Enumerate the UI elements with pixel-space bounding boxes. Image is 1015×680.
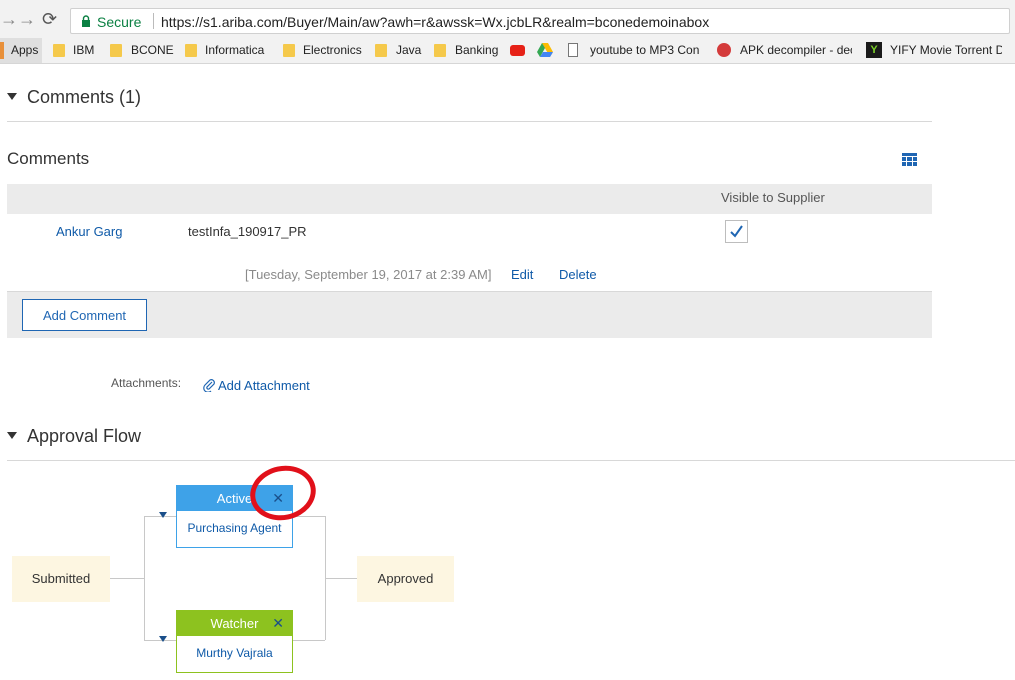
delete-comment-link[interactable]: Delete bbox=[559, 267, 597, 282]
bookmark-youtube-mp3[interactable]: youtube to MP3 Con bbox=[590, 43, 702, 57]
bookmark-ibm[interactable]: IBM bbox=[73, 43, 94, 57]
yify-icon: Y bbox=[866, 42, 882, 58]
bookmark-apps[interactable]: Apps bbox=[0, 38, 42, 63]
bookmark-bcone[interactable]: BCONE bbox=[131, 43, 174, 57]
bookmark-apps-label: Apps bbox=[11, 43, 39, 57]
folder-icon bbox=[375, 44, 387, 57]
comment-author-link[interactable]: Ankur Garg bbox=[56, 224, 122, 239]
divider bbox=[7, 460, 1015, 461]
forward-arrow-icon[interactable]: → bbox=[18, 9, 36, 30]
comment-text: testInfa_190917_PR bbox=[188, 224, 307, 239]
paperclip-icon bbox=[203, 379, 215, 392]
folder-icon bbox=[185, 44, 197, 57]
node-assignee[interactable]: Murthy Vajrala bbox=[177, 636, 292, 672]
url-text[interactable]: https://s1.ariba.com/Buyer/Main/aw?awh=r… bbox=[161, 14, 709, 30]
address-bar[interactable]: Secure https://s1.ariba.com/Buyer/Main/a… bbox=[70, 8, 1010, 34]
node-status: Watcher bbox=[210, 616, 259, 631]
add-attachment-link[interactable]: Add Attachment bbox=[218, 378, 310, 393]
flow-connector bbox=[110, 578, 144, 579]
comments-title: Comments bbox=[7, 149, 90, 168]
bookmark-banking[interactable]: Banking bbox=[455, 43, 498, 57]
bookmark-electronics[interactable]: Electronics bbox=[303, 43, 362, 57]
comment-timestamp: [Tuesday, September 19, 2017 at 2:39 AM] bbox=[245, 267, 492, 282]
flow-node-approved: Approved bbox=[357, 556, 454, 602]
bookmark-yify[interactable]: YIFY Movie Torrent D bbox=[890, 43, 1002, 57]
bookmark-java[interactable]: Java bbox=[396, 43, 421, 57]
bookmark-apk-decompiler[interactable]: APK decompiler - dec bbox=[740, 43, 852, 57]
browser-toolbar: → → ⟳ Secure https://s1.ariba.com/Buyer/… bbox=[0, 0, 1015, 38]
node-status: Active bbox=[216, 491, 253, 506]
expand-arrow-icon[interactable] bbox=[159, 636, 167, 642]
apps-grid-icon bbox=[0, 42, 4, 59]
folder-icon bbox=[110, 44, 122, 57]
comments-section-heading: Comments (1) bbox=[27, 87, 142, 107]
divider bbox=[7, 121, 932, 122]
secure-label: Secure bbox=[97, 14, 142, 30]
edit-comment-link[interactable]: Edit bbox=[511, 267, 533, 282]
checkmark-icon bbox=[730, 225, 743, 238]
expand-arrow-icon[interactable] bbox=[159, 512, 167, 518]
collapse-triangle-icon bbox=[7, 431, 17, 439]
address-separator bbox=[153, 13, 154, 29]
column-visible-to-supplier: Visible to Supplier bbox=[721, 190, 825, 205]
bookmarks-bar: Apps IBM BCONE Informatica Electronics J… bbox=[0, 38, 1015, 64]
node-header: Watcher ✕ bbox=[177, 611, 292, 636]
google-drive-icon[interactable] bbox=[537, 43, 553, 57]
table-options-icon[interactable] bbox=[902, 153, 917, 166]
apk-icon bbox=[717, 43, 731, 57]
attachments-label: Attachments: bbox=[111, 376, 182, 390]
lock-icon bbox=[82, 15, 90, 27]
flow-connector bbox=[144, 516, 145, 640]
approval-flow-heading: Approval Flow bbox=[27, 426, 142, 446]
youtube-icon[interactable] bbox=[510, 45, 525, 56]
flow-connector bbox=[325, 578, 357, 579]
visible-to-supplier-checkbox[interactable] bbox=[725, 220, 748, 243]
close-icon[interactable]: ✕ bbox=[272, 611, 284, 636]
back-arrow-icon[interactable]: → bbox=[0, 9, 18, 30]
flow-node-watcher[interactable]: Watcher ✕ Murthy Vajrala bbox=[176, 610, 293, 673]
folder-icon bbox=[53, 44, 65, 57]
page-icon bbox=[568, 43, 578, 57]
reload-icon[interactable]: ⟳ bbox=[42, 9, 57, 30]
flow-node-submitted: Submitted bbox=[12, 556, 110, 602]
approval-flow-toggle[interactable]: Approval Flow bbox=[7, 426, 141, 447]
folder-icon bbox=[434, 44, 446, 57]
collapse-triangle-icon bbox=[7, 92, 17, 100]
folder-icon bbox=[283, 44, 295, 57]
comments-section-toggle[interactable]: Comments (1) bbox=[7, 87, 141, 108]
bookmark-informatica[interactable]: Informatica bbox=[205, 43, 264, 57]
flow-connector bbox=[293, 640, 325, 641]
add-comment-button[interactable]: Add Comment bbox=[22, 299, 147, 331]
